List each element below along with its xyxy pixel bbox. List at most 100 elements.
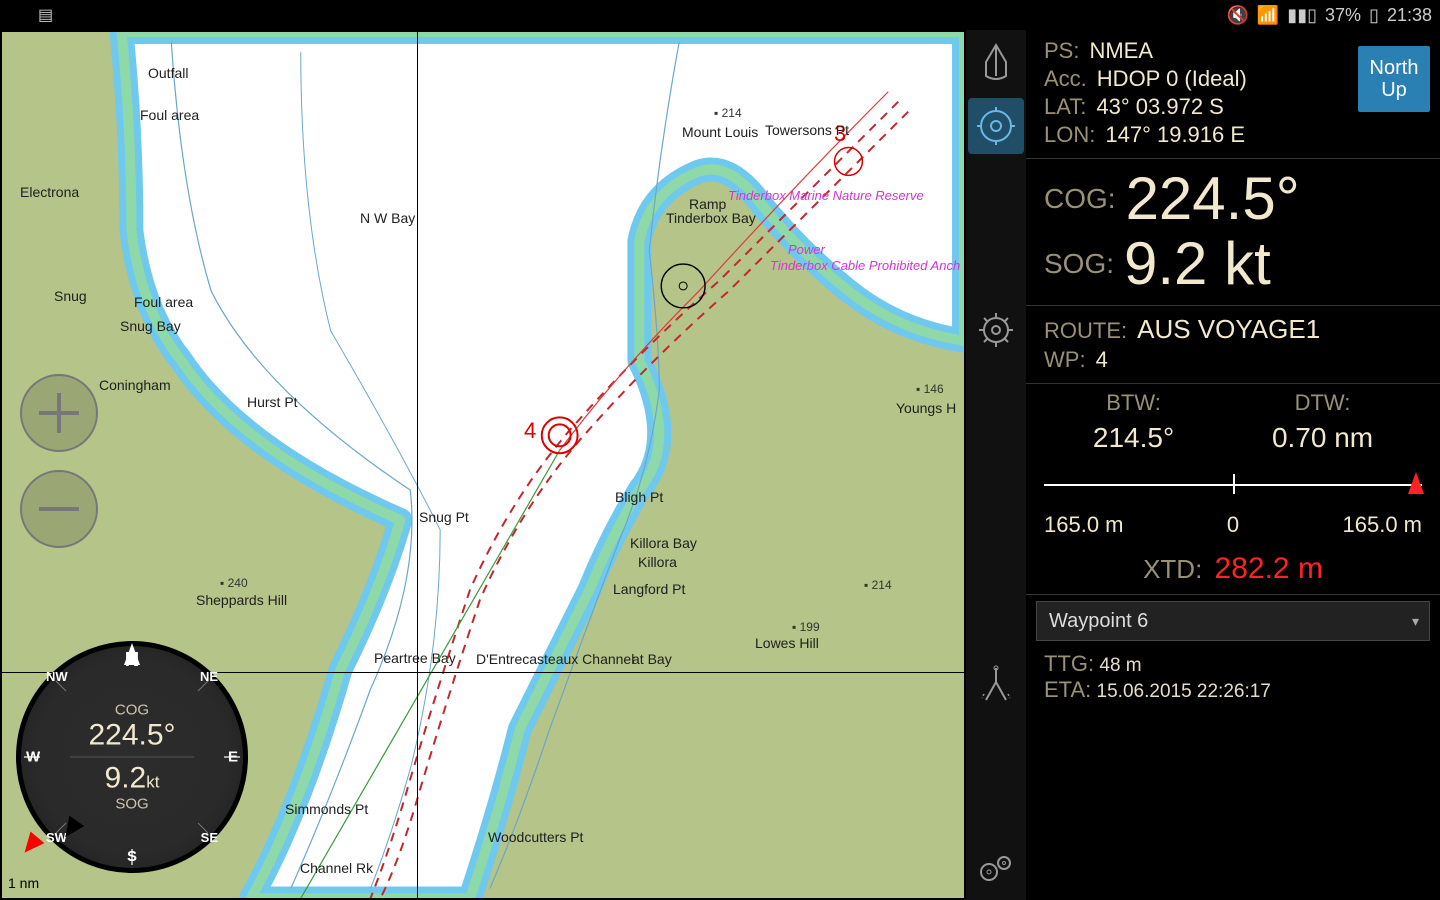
battery-icon: ▯	[1369, 5, 1379, 26]
app-icon: ▤	[38, 5, 53, 25]
place-bligh-pt: Bligh Pt	[615, 489, 663, 505]
place-snug: Snug	[54, 288, 87, 304]
place-channel-rk: Channel Rk	[300, 860, 373, 876]
route-block: ROUTE:AUS VOYAGE1 WP:4	[1026, 306, 1440, 384]
data-panel: North Up PS:NMEA Acc.HDOP 0 (Ideal) LAT:…	[1026, 30, 1440, 900]
place-woodcutters-pt: Woodcutters Pt	[488, 829, 583, 845]
ps-value: NMEA	[1089, 38, 1153, 64]
place-towersons-pt: Towersons Pt	[765, 122, 849, 138]
height-240: ▪ 240	[220, 576, 248, 590]
signal-icon: ▮▮▯	[1287, 5, 1317, 26]
xtd-value: 282.2 m	[1215, 552, 1323, 585]
crosshair-vertical	[417, 32, 418, 898]
place-hurst-pt: Hurst Pt	[247, 394, 298, 410]
acc-value: HDOP 0 (Ideal)	[1097, 66, 1247, 92]
place-tinderbox-bay: Tinderbox Bay	[666, 210, 756, 226]
xtd-left: 165.0 m	[1044, 512, 1124, 538]
place-langford-pt: Langford Pt	[613, 581, 685, 597]
place-killora: Killora	[638, 554, 677, 570]
compass-ne: NE	[200, 669, 218, 684]
height-199: ▪ 199	[792, 620, 820, 634]
clock: 21:38	[1387, 5, 1432, 26]
north-up-button[interactable]: North Up	[1358, 46, 1430, 112]
sog-label: SOG:	[1044, 248, 1114, 280]
eta-value: 15.06.2015 22:26:17	[1097, 681, 1271, 702]
compass-nw: NW	[46, 669, 68, 684]
xtd-slider	[1044, 468, 1422, 506]
place-mount-louis: Mount Louis	[682, 124, 758, 140]
eta-label: ETA:	[1044, 677, 1091, 702]
place-peartree-bay: Peartree Bay	[374, 650, 456, 666]
compass-e: E	[228, 749, 238, 766]
xtd-right: 165.0 m	[1343, 512, 1423, 538]
place-killora-bay: Killora Bay	[630, 535, 697, 551]
place-foul-area-1: Foul area	[140, 107, 199, 123]
waypoint-dropdown[interactable]: Waypoint 6 ▾	[1036, 601, 1430, 641]
battery-text: 37%	[1325, 5, 1361, 26]
position-block: North Up PS:NMEA Acc.HDOP 0 (Ideal) LAT:…	[1026, 30, 1440, 159]
mute-icon: 🔇	[1226, 5, 1248, 26]
compass-rose[interactable]: N S E W NE NW SE SW COG 224.5° 9.2kt SOG	[16, 641, 248, 873]
compass-s: S	[127, 848, 137, 865]
place-at-bay: at Bay	[632, 651, 672, 667]
compass-icon	[977, 107, 1015, 145]
ttg-value: 48 m	[1099, 655, 1141, 676]
route-value: AUS VOYAGE1	[1137, 314, 1320, 345]
wp-label: WP:	[1044, 347, 1086, 373]
ship-icon	[979, 42, 1013, 82]
android-status-bar: ▤ 🔇 📶 ▮▮▯ 37% ▯ 21:38	[0, 0, 1440, 30]
tool-ship-button[interactable]	[968, 34, 1024, 90]
cog-value: 224.5°	[1126, 167, 1300, 230]
lat-label: LAT:	[1044, 94, 1086, 120]
dropdown-selected: Waypoint 6	[1049, 610, 1148, 633]
btw-value: 214.5°	[1093, 422, 1174, 453]
wheel-icon	[977, 311, 1015, 349]
chevron-down-icon: ▾	[1412, 613, 1419, 630]
place-sheppards-hill: Sheppards Hill	[196, 592, 287, 608]
tool-wheel-button[interactable]	[968, 302, 1024, 358]
place-cable-prohibited: Tinderbox Cable Prohibited Anch	[770, 258, 960, 273]
compass-n: N	[125, 649, 139, 672]
acc-label: Acc.	[1044, 66, 1087, 92]
compass-se: SE	[201, 830, 218, 845]
height-214b: ▪ 214	[864, 578, 892, 592]
route-label: ROUTE:	[1044, 318, 1127, 344]
xtd-center: 0	[1227, 512, 1239, 538]
place-electrona: Electrona	[20, 184, 79, 200]
place-youngs: Youngs H	[896, 400, 956, 416]
place-simmonds-pt: Simmonds Pt	[285, 801, 368, 817]
tool-compass-button[interactable]	[968, 98, 1024, 154]
lon-value: 147° 19.916 E	[1105, 122, 1245, 148]
cog-label: COG:	[1044, 183, 1116, 215]
height-146: ▪ 146	[916, 382, 944, 396]
nautical-chart[interactable]: 3 4 Outfall Foul area Electrona Snug Fou…	[0, 30, 966, 900]
place-outfall: Outfall	[148, 65, 188, 81]
place-lowes-hill: Lowes Hill	[755, 635, 819, 651]
dtw-label: DTW:	[1272, 390, 1373, 416]
place-reserve: Tinderbox Marine Nature Reserve	[728, 188, 924, 203]
wifi-icon: 📶	[1257, 5, 1279, 26]
scale-bar-label: 1 nm	[8, 875, 39, 891]
cogsog-block: COG: 224.5° SOG: 9.2 kt	[1026, 159, 1440, 306]
route-icon	[978, 664, 1014, 704]
tool-route-button[interactable]	[968, 656, 1024, 712]
tool-settings-button[interactable]	[968, 840, 1024, 896]
compass-w: W	[26, 749, 40, 766]
lat-value: 43° 03.972 S	[1096, 94, 1223, 120]
tool-column	[966, 30, 1026, 900]
zoom-in-button[interactable]	[20, 374, 98, 452]
zoom-out-button[interactable]	[20, 470, 98, 548]
xtd-label: XTD:	[1143, 554, 1202, 584]
place-snug-bay: Snug Bay	[120, 318, 181, 334]
sog-value: 9.2 kt	[1124, 232, 1271, 295]
place-power: Power	[788, 242, 825, 257]
dtw-value: 0.70 nm	[1272, 422, 1373, 453]
btw-label: BTW:	[1093, 390, 1174, 416]
place-snug-pt: Snug Pt	[419, 509, 469, 525]
eta-block: TTG: 48 m ETA: 15.06.2015 22:26:17	[1026, 647, 1440, 711]
place-dentrecasteaux: D'Entrecasteaux Channel	[476, 651, 634, 667]
boat-marker-icon	[1408, 472, 1424, 494]
waypoint-4-marker: 4	[524, 418, 536, 444]
place-foul-area-2: Foul area	[134, 294, 193, 310]
lon-label: LON:	[1044, 122, 1095, 148]
